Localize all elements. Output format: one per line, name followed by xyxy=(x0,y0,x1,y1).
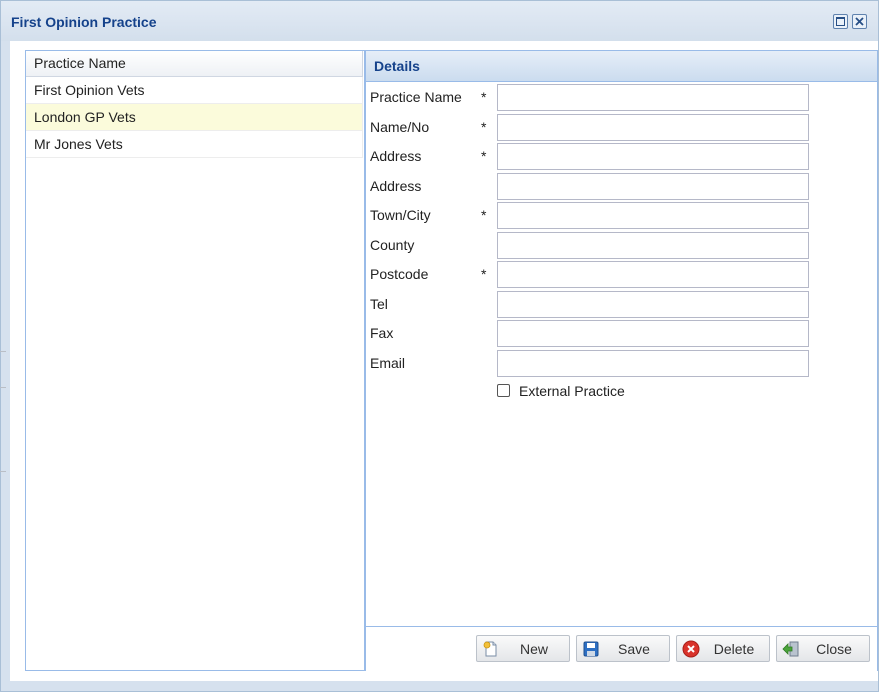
dialog-body: Practice Name First Opinion Vets London … xyxy=(10,41,878,681)
address-line-1-input[interactable] xyxy=(497,143,809,170)
list-item[interactable]: Mr Jones Vets xyxy=(26,131,363,158)
new-button-label: New xyxy=(519,641,548,657)
practice-name-input[interactable] xyxy=(497,84,809,111)
required-marker: * xyxy=(481,148,487,164)
close-window-icon[interactable] xyxy=(852,14,867,29)
floppy-disk-icon xyxy=(582,640,600,658)
field-label: Fax xyxy=(370,325,394,341)
field-label: Name/No xyxy=(370,119,430,135)
save-button-label: Save xyxy=(618,641,650,657)
external-practice-label[interactable]: External Practice xyxy=(519,383,625,399)
form-row-town-city: Town/City * xyxy=(366,201,879,229)
close-button-label: Close xyxy=(816,641,852,657)
name-no-input[interactable] xyxy=(497,114,809,141)
form-row-email: Email xyxy=(366,349,879,377)
field-label: County xyxy=(370,237,415,253)
form-row-address-2: Address xyxy=(366,172,879,200)
form-row-tel: Tel xyxy=(366,290,879,318)
new-button[interactable]: New xyxy=(476,635,570,662)
form-row-fax: Fax xyxy=(366,319,879,347)
button-toolbar: New Save Delete Close xyxy=(366,626,877,671)
delete-icon xyxy=(682,640,700,658)
delete-button[interactable]: Delete xyxy=(676,635,770,662)
dialog-title: First Opinion Practice xyxy=(11,14,157,30)
field-label: Email xyxy=(370,355,406,371)
postcode-input[interactable] xyxy=(497,261,809,288)
field-label: Postcode xyxy=(370,266,429,282)
required-marker: * xyxy=(481,89,487,105)
background-divider xyxy=(0,351,6,352)
address-line-2-input[interactable] xyxy=(497,173,809,200)
field-label: Address xyxy=(370,148,422,164)
delete-button-label: Delete xyxy=(713,641,755,657)
maximize-icon[interactable] xyxy=(833,14,848,29)
fax-input[interactable] xyxy=(497,320,809,347)
field-label: Town/City xyxy=(370,207,431,223)
dialog-titlebar[interactable]: First Opinion Practice xyxy=(1,1,878,41)
field-label: Address xyxy=(370,178,422,194)
field-label: Practice Name xyxy=(370,89,462,105)
email-input[interactable] xyxy=(497,350,809,377)
details-header: Details xyxy=(366,51,877,82)
practice-dialog: First Opinion Practice Practice Name Fir… xyxy=(0,0,879,692)
form-row-name-no: Name/No * xyxy=(366,113,879,141)
tel-input[interactable] xyxy=(497,291,809,318)
background-divider xyxy=(0,471,6,472)
list-item[interactable]: First Opinion Vets xyxy=(26,77,363,104)
external-practice-checkbox[interactable] xyxy=(497,384,510,397)
field-label: Tel xyxy=(370,296,388,312)
exit-door-icon xyxy=(782,640,800,658)
required-marker: * xyxy=(481,119,487,135)
form-row-practice-name: Practice Name * xyxy=(366,83,879,111)
form-row-address-1: Address * xyxy=(366,142,879,170)
background-divider xyxy=(0,387,6,388)
form-row-postcode: Postcode * xyxy=(366,260,879,288)
close-button[interactable]: Close xyxy=(776,635,870,662)
save-button[interactable]: Save xyxy=(576,635,670,662)
required-marker: * xyxy=(481,266,487,282)
new-document-icon xyxy=(482,640,500,658)
practice-list: Practice Name First Opinion Vets London … xyxy=(25,50,365,671)
town-city-input[interactable] xyxy=(497,202,809,229)
required-marker: * xyxy=(481,207,487,223)
list-item-selected[interactable]: London GP Vets xyxy=(26,104,363,131)
column-header-practice-name[interactable]: Practice Name xyxy=(26,51,363,77)
details-panel: Details Practice Name * Name/No * Addres… xyxy=(365,50,878,671)
county-input[interactable] xyxy=(497,232,809,259)
form-row-county: County xyxy=(366,231,879,259)
